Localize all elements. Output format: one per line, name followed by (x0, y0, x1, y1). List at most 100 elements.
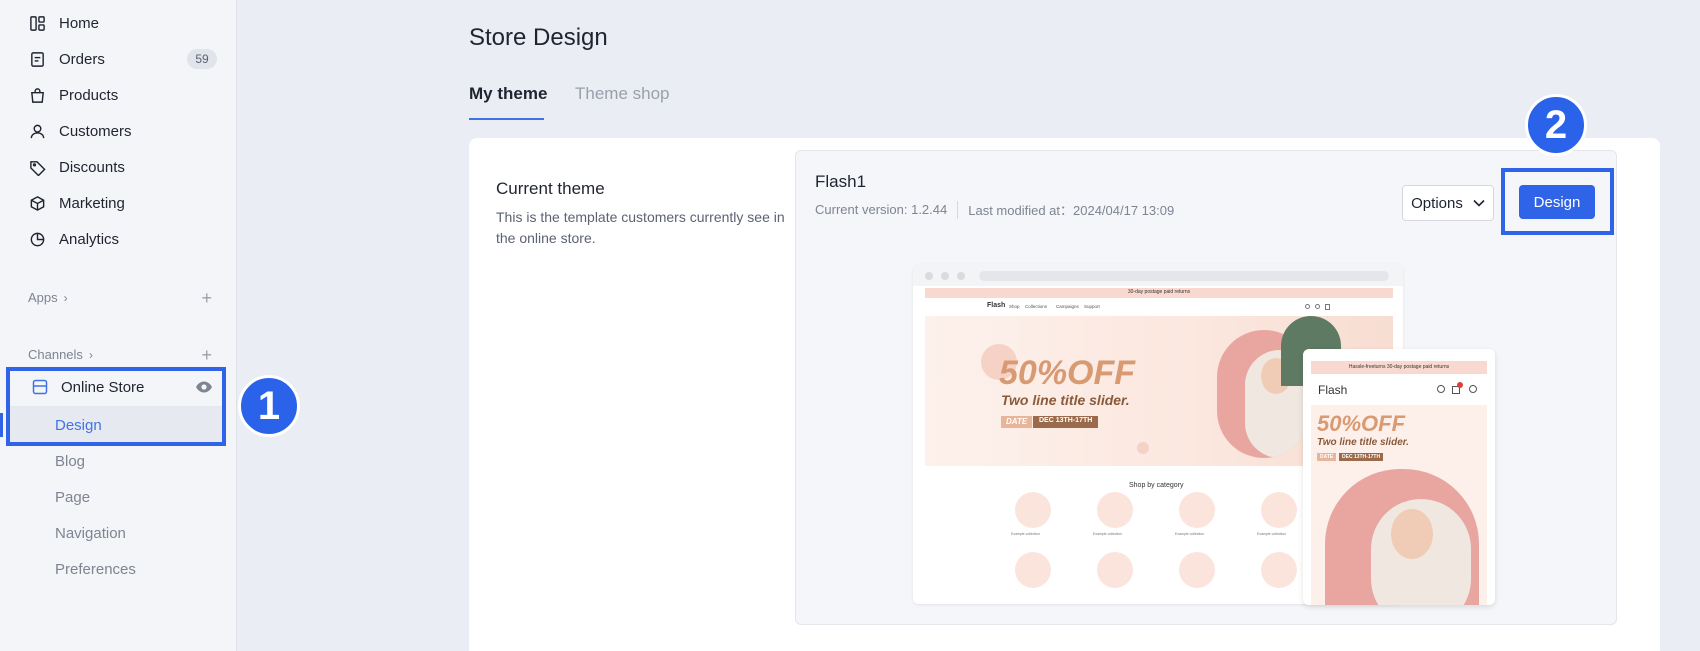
theme-name: Flash1 (815, 172, 867, 191)
theme-modified: Last modified at：2024/04/17 13:09 (968, 203, 1175, 218)
sidebar-item-analytics[interactable]: Analytics (0, 221, 237, 257)
analytics-icon (28, 230, 46, 248)
sidebar-item-marketing[interactable]: Marketing (0, 185, 237, 221)
step1-highlight-box (6, 367, 226, 446)
preview-nav-shop: Shop (1009, 304, 1020, 309)
hero-headline: 50%OFF (999, 354, 1136, 392)
mobile-search-icon (1437, 385, 1445, 393)
apps-label: Apps (28, 290, 58, 305)
orders-icon (28, 50, 46, 68)
mobile-theme-preview[interactable]: Hassle-freeturns 30-day postage paid ret… (1303, 349, 1495, 605)
tab-theme-shop[interactable]: Theme shop (575, 84, 670, 104)
sidebar-item-page[interactable]: Page (55, 489, 90, 506)
sidebar-item-orders[interactable]: Orders 59 (0, 41, 237, 77)
mobile-cart-badge (1457, 382, 1463, 388)
orders-count-badge: 59 (187, 49, 217, 69)
home-icon (28, 14, 46, 32)
active-indicator (0, 413, 3, 437)
chevron-right-icon: › (88, 347, 93, 362)
page-title: Store Design (469, 24, 608, 51)
meta-divider (957, 200, 959, 219)
sidebar-item-label: Analytics (59, 230, 120, 248)
sidebar-item-label: Orders (59, 50, 105, 68)
sidebar-item-label: Home (59, 14, 100, 32)
current-theme-description: This is the template customers currently… (496, 209, 785, 246)
category-circle (1015, 552, 1051, 588)
window-dot (957, 272, 965, 280)
mobile-date-label: DATE (1317, 453, 1337, 461)
sidebar-item-customers[interactable]: Customers (0, 113, 237, 149)
announcement-bar: 30-day postage paid returns (925, 288, 1393, 298)
preview-nav-campaigns: Campaigns (1056, 304, 1079, 309)
options-button[interactable]: Options (1402, 185, 1494, 221)
marketing-icon (28, 194, 46, 212)
sidebar-item-label: Products (59, 86, 119, 104)
mobile-hero-headline: 50%OFF (1317, 411, 1406, 436)
add-app-icon[interactable]: + (201, 289, 212, 307)
sidebar-item-blog[interactable]: Blog (55, 453, 85, 470)
sidebar-item-preferences[interactable]: Preferences (55, 561, 136, 578)
preview-nav-collections: Collections (1025, 304, 1048, 309)
sidebar-item-home[interactable]: Home (0, 5, 237, 41)
tab-my-theme[interactable]: My theme (469, 84, 547, 104)
category-circle (1015, 492, 1051, 528)
mobile-date-range: DEC 13TH-17TH (1339, 453, 1384, 461)
mobile-announcement-text: Hassle-freeturns 30-day postage paid ret… (1348, 364, 1450, 370)
category-circle (1097, 492, 1133, 528)
category-circle (1097, 552, 1133, 588)
preview-search-icon (1305, 304, 1310, 309)
preview-account-icon (1315, 304, 1320, 309)
category-circle (1179, 492, 1215, 528)
step2-callout: 2 (1525, 94, 1587, 156)
category-circle (1179, 552, 1215, 588)
channels-section-toggle[interactable]: Channels › (28, 347, 93, 362)
preview-brand: Flash (987, 302, 1006, 309)
shop-by-category-title: Shop by category (1129, 482, 1184, 489)
active-tab-underline (469, 118, 544, 120)
sidebar-item-label: Marketing (59, 194, 125, 212)
theme-version: Current version: 1.2.44 (815, 202, 948, 217)
announcement-text: 30-day postage paid returns (1127, 289, 1191, 295)
current-theme-title: Current theme (496, 179, 605, 198)
sidebar-item-navigation[interactable]: Navigation (55, 525, 126, 542)
channels-label: Channels (28, 347, 83, 362)
mobile-brand: Flash (1318, 383, 1348, 397)
sidebar-item-label: Customers (59, 122, 132, 140)
address-bar (979, 271, 1389, 281)
category-label: Example collection (1257, 532, 1287, 536)
category-circle (1261, 552, 1297, 588)
model-face (1391, 509, 1433, 559)
options-label: Options (1411, 194, 1463, 212)
sidebar-item-label: Discounts (59, 158, 125, 176)
add-channel-icon[interactable]: + (201, 346, 212, 364)
category-label: Example collection (1093, 532, 1123, 536)
hero-subheadline: Two line title slider. (1001, 392, 1130, 408)
category-label: Example collection (1011, 532, 1041, 536)
sidebar-item-products[interactable]: Products (0, 77, 237, 113)
products-icon (28, 86, 46, 104)
mobile-hero-subheadline: Two line title slider. (1317, 437, 1409, 448)
apps-section-toggle[interactable]: Apps › (28, 290, 68, 305)
theme-meta: Current version: 1.2.44 Last modified at… (815, 200, 1174, 219)
mobile-model-image (1325, 469, 1479, 605)
mobile-account-icon (1469, 385, 1477, 393)
browser-chrome (913, 264, 1403, 286)
decor-circle (1137, 442, 1149, 454)
chevron-right-icon: › (63, 290, 68, 305)
preview-nav-support: Support (1084, 304, 1100, 309)
preview-cart-icon (1325, 304, 1330, 310)
sidebar-item-discounts[interactable]: Discounts (0, 149, 237, 185)
step2-highlight-box (1501, 168, 1614, 235)
mobile-hero: 50%OFF Two line title slider. DATE DEC 1… (1311, 405, 1487, 605)
category-label: Example collection (1175, 532, 1205, 536)
hero-date-label: DATE (1001, 416, 1033, 428)
chevron-down-icon (1473, 199, 1485, 207)
step1-callout: 1 (238, 375, 300, 437)
category-circle (1261, 492, 1297, 528)
window-dot (925, 272, 933, 280)
customers-icon (28, 122, 46, 140)
mobile-announcement-bar: Hassle-freeturns 30-day postage paid ret… (1311, 361, 1487, 374)
hero-date-range: DEC 13TH-17TH (1033, 416, 1099, 428)
sidebar: Home Orders 59 Products Customers Discou… (0, 0, 237, 651)
discounts-icon (28, 158, 46, 176)
